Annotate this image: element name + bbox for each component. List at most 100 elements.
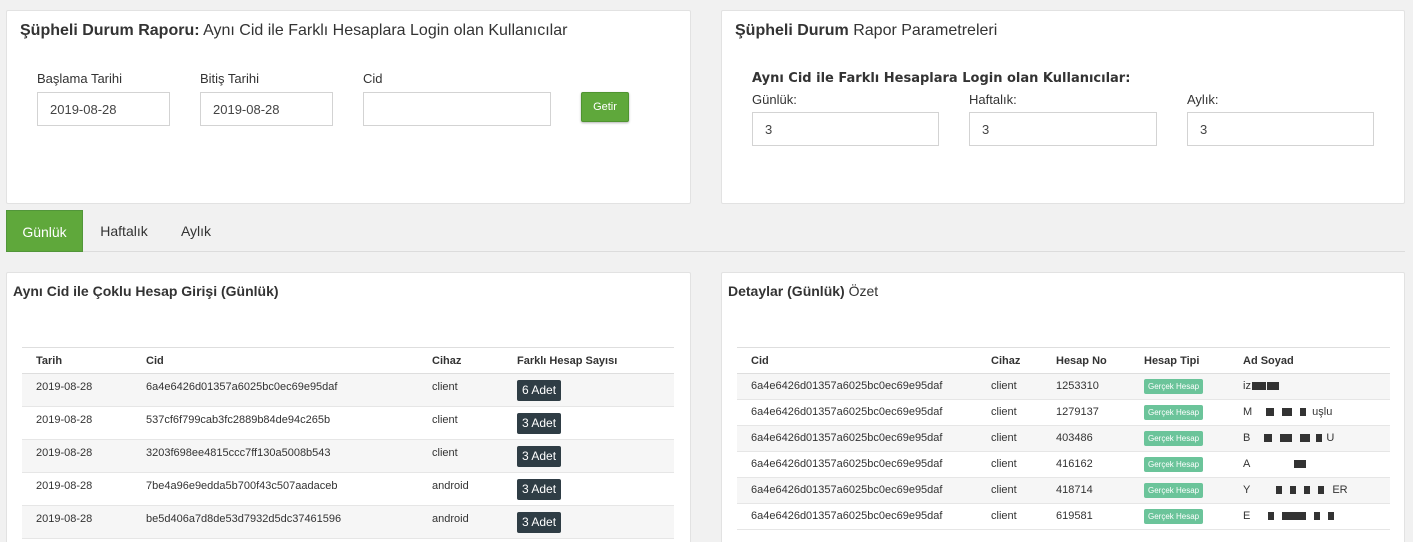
params-title-bold: Şüpheli Durum	[735, 22, 849, 39]
getir-button[interactable]: Getir	[581, 92, 629, 122]
table-row[interactable]: 2019-08-28 7be4a96e9edda5b700f43c507aada…	[22, 472, 674, 506]
cell-cid: be5d406a7d8de53d7932d5dc37461596	[132, 505, 418, 539]
redacted-block	[1294, 460, 1307, 469]
start-date-label: Başlama Tarihi	[37, 71, 123, 86]
monthly-threshold-input[interactable]	[1187, 112, 1374, 146]
account-type-badge: Gerçek Hesap	[1144, 404, 1204, 420]
cell-cihaz: android	[418, 505, 503, 539]
cell-cid: 6a4e6426d01357a6025bc0ec69e95daf	[737, 477, 977, 504]
redacted-block	[1266, 382, 1279, 391]
redacted-block	[1318, 486, 1325, 495]
cell-hesap-tipi: Gerçek Hesap	[1130, 477, 1229, 504]
cell-cid: 6a4e6426d01357a6025bc0ec69e95daf	[737, 451, 977, 478]
details-table: Cid Cihaz Hesap No Hesap Tipi Ad Soyad 6…	[737, 347, 1390, 530]
tab-aylik[interactable]: Aylık	[168, 210, 224, 252]
count-badge[interactable]: 3 Adet	[517, 479, 562, 500]
redacted-block	[1304, 486, 1311, 495]
cell-tarih: 2019-08-28	[22, 406, 132, 440]
name-suffix: ER	[1332, 484, 1348, 496]
cell-hesap-no: 416162	[1042, 451, 1130, 478]
account-type-badge: Gerçek Hesap	[1144, 482, 1204, 498]
name-visible: E	[1243, 510, 1251, 522]
table-row[interactable]: 2019-08-28 537cf6f799cab3fc2889b84de94c2…	[22, 406, 674, 440]
table-row[interactable]: 6a4e6426d01357a6025bc0ec69e95daf client …	[737, 503, 1390, 530]
redacted-block	[1290, 486, 1297, 495]
cell-cid: 6a4e6426d01357a6025bc0ec69e95daf	[737, 399, 977, 426]
cell-hesap-no: 619581	[1042, 503, 1130, 530]
table-row[interactable]: 2019-08-28 6a4e6426d01357a6025bc0ec69e95…	[22, 373, 674, 407]
cell-count: 3 Adet	[503, 439, 674, 473]
cell-ad-soyad: E	[1229, 503, 1390, 530]
start-date-input[interactable]	[37, 92, 170, 126]
count-badge[interactable]: 6 Adet	[517, 380, 562, 401]
end-date-label: Bitiş Tarihi	[200, 71, 260, 86]
details-title-bold: Detaylar (Günlük)	[728, 283, 845, 299]
name-visible: Y	[1243, 484, 1251, 496]
col-hesap-no: Hesap No	[1042, 347, 1130, 374]
cell-cihaz: client	[977, 451, 1042, 478]
name-visible: M	[1243, 406, 1253, 418]
cell-cid: 6a4e6426d01357a6025bc0ec69e95daf	[132, 373, 418, 407]
cell-cihaz: client	[418, 439, 503, 473]
cid-input[interactable]	[363, 92, 551, 126]
cell-count: 3 Adet	[503, 406, 674, 440]
col-ad-soyad: Ad Soyad	[1229, 347, 1390, 374]
tab-gunluk[interactable]: Günlük	[6, 210, 83, 252]
weekly-label: Haftalık:	[969, 92, 1017, 107]
col-cid: Cid	[132, 347, 418, 374]
cid-label: Cid	[363, 71, 383, 86]
cell-cid: 537cf6f799cab3fc2889b84de94c265b	[132, 406, 418, 440]
cell-cihaz: client	[418, 373, 503, 407]
params-panel-title: Şüpheli Durum Rapor Parametreleri	[735, 22, 997, 40]
table-row[interactable]: 6a4e6426d01357a6025bc0ec69e95daf client …	[737, 477, 1390, 504]
cell-ad-soyad: A	[1229, 451, 1390, 478]
name-suffix: U	[1326, 432, 1335, 444]
details-title: Detaylar (Günlük) Özet	[728, 283, 878, 299]
cell-hesap-tipi: Gerçek Hesap	[1130, 399, 1229, 426]
params-subtitle: Aynı Cid ile Farklı Hesaplara Login olan…	[752, 71, 1131, 86]
table-row[interactable]: 6a4e6426d01357a6025bc0ec69e95daf client …	[737, 451, 1390, 478]
col-cihaz: Cihaz	[418, 347, 503, 374]
end-date-input[interactable]	[200, 92, 333, 126]
account-type-badge: Gerçek Hesap	[1144, 508, 1204, 524]
daily-threshold-input[interactable]	[752, 112, 939, 146]
redacted-block	[1282, 512, 1307, 521]
count-badge[interactable]: 3 Adet	[517, 413, 562, 434]
redacted-block	[1266, 408, 1275, 417]
name-visible: B	[1243, 432, 1251, 444]
cell-cihaz: client	[977, 373, 1042, 400]
cell-tarih: 2019-08-28	[22, 373, 132, 407]
table-header: Tarih Cid Cihaz Farklı Hesap Sayısı	[22, 347, 674, 374]
cell-tarih: 2019-08-28	[22, 472, 132, 506]
multi-login-title: Aynı Cid ile Çoklu Hesap Girişi (Günlük)	[13, 283, 279, 299]
redacted-block	[1314, 512, 1321, 521]
redacted-block	[1276, 486, 1283, 495]
details-title-rest: Özet	[844, 283, 879, 299]
cell-ad-soyad: iz	[1229, 373, 1390, 400]
cell-hesap-no: 403486	[1042, 425, 1130, 452]
count-badge[interactable]: 3 Adet	[517, 512, 562, 533]
cell-cihaz: client	[418, 406, 503, 440]
table-row[interactable]: 2019-08-28 be5d406a7d8de53d7932d5dc37461…	[22, 505, 674, 539]
multi-login-table: Tarih Cid Cihaz Farklı Hesap Sayısı 2019…	[22, 347, 674, 539]
col-farkli-hesap-sayisi: Farklı Hesap Sayısı	[503, 347, 674, 374]
cell-cid: 6a4e6426d01357a6025bc0ec69e95daf	[737, 425, 977, 452]
tab-haftalik[interactable]: Haftalık	[88, 210, 160, 252]
weekly-threshold-input[interactable]	[969, 112, 1157, 146]
table-row[interactable]: 2019-08-28 3203f698ee4815ccc7ff130a5008b…	[22, 439, 674, 473]
cell-ad-soyad: BU	[1229, 425, 1390, 452]
cell-tarih: 2019-08-28	[22, 439, 132, 473]
account-type-badge: Gerçek Hesap	[1144, 378, 1204, 394]
cell-hesap-no: 1279137	[1042, 399, 1130, 426]
cell-hesap-no: 1253310	[1042, 373, 1130, 400]
table-row[interactable]: 6a4e6426d01357a6025bc0ec69e95daf client …	[737, 399, 1390, 426]
report-title-rest: Aynı Cid ile Farklı Hesaplara Login olan…	[199, 22, 568, 39]
cell-count: 3 Adet	[503, 505, 674, 539]
table-row[interactable]: 6a4e6426d01357a6025bc0ec69e95daf client …	[737, 373, 1390, 400]
cell-cid: 6a4e6426d01357a6025bc0ec69e95daf	[737, 373, 977, 400]
redacted-block	[1316, 434, 1323, 443]
table-row[interactable]: 6a4e6426d01357a6025bc0ec69e95daf client …	[737, 425, 1390, 452]
cell-cid: 3203f698ee4815ccc7ff130a5008b543	[132, 439, 418, 473]
col-tarih: Tarih	[22, 347, 132, 374]
count-badge[interactable]: 3 Adet	[517, 446, 562, 467]
